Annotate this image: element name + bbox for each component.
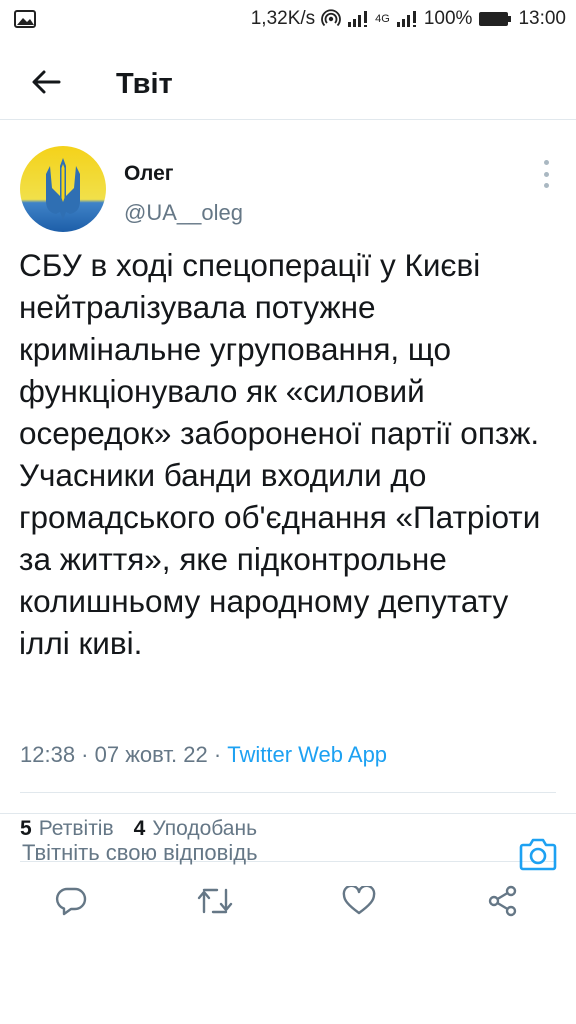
app-header: Твіт	[0, 50, 576, 120]
divider	[20, 792, 556, 793]
reply-bar	[0, 813, 576, 899]
battery-percent: 100%	[423, 8, 473, 29]
more-vertical-icon	[543, 160, 549, 165]
camera-icon	[519, 837, 557, 876]
status-bar: 1,32K/s 4G 100% 13:00	[0, 0, 576, 38]
tweet-time: 12:38	[20, 742, 76, 767]
meta-separator: ·	[75, 742, 95, 767]
page-title: Твіт	[116, 68, 173, 100]
author-name[interactable]: Олег	[124, 162, 174, 186]
author-handle[interactable]: @UA__oleg	[124, 200, 243, 226]
tweet-date: 07 жовт. 22	[94, 742, 208, 767]
tweet: Олег @UA__oleg СБУ в ході спецоперації у…	[0, 128, 576, 916]
camera-button[interactable]	[516, 834, 560, 878]
network-type: 4G	[375, 13, 390, 25]
signal-icon	[396, 10, 418, 28]
reply-input[interactable]	[22, 840, 492, 866]
signal-icon	[347, 10, 369, 28]
back-button[interactable]	[16, 55, 76, 115]
image-icon	[14, 10, 36, 28]
tweet-meta: 12:38 · 07 жовт. 22 · Twitter Web App	[20, 742, 387, 768]
tweet-text: СБУ в ході спецоперації у Києві нейтралі…	[19, 247, 541, 661]
clock: 13:00	[518, 8, 566, 29]
hotspot-icon	[321, 9, 342, 29]
arrow-left-icon	[31, 69, 61, 100]
meta-separator: ·	[207, 742, 228, 767]
author-row: Олег @UA__oleg	[0, 128, 576, 238]
more-options-button[interactable]	[536, 160, 556, 188]
net-speed: 1,32K/s	[250, 8, 316, 29]
avatar[interactable]	[20, 146, 106, 232]
battery-icon	[478, 10, 512, 28]
tweet-source-link[interactable]: Twitter Web App	[227, 742, 387, 767]
